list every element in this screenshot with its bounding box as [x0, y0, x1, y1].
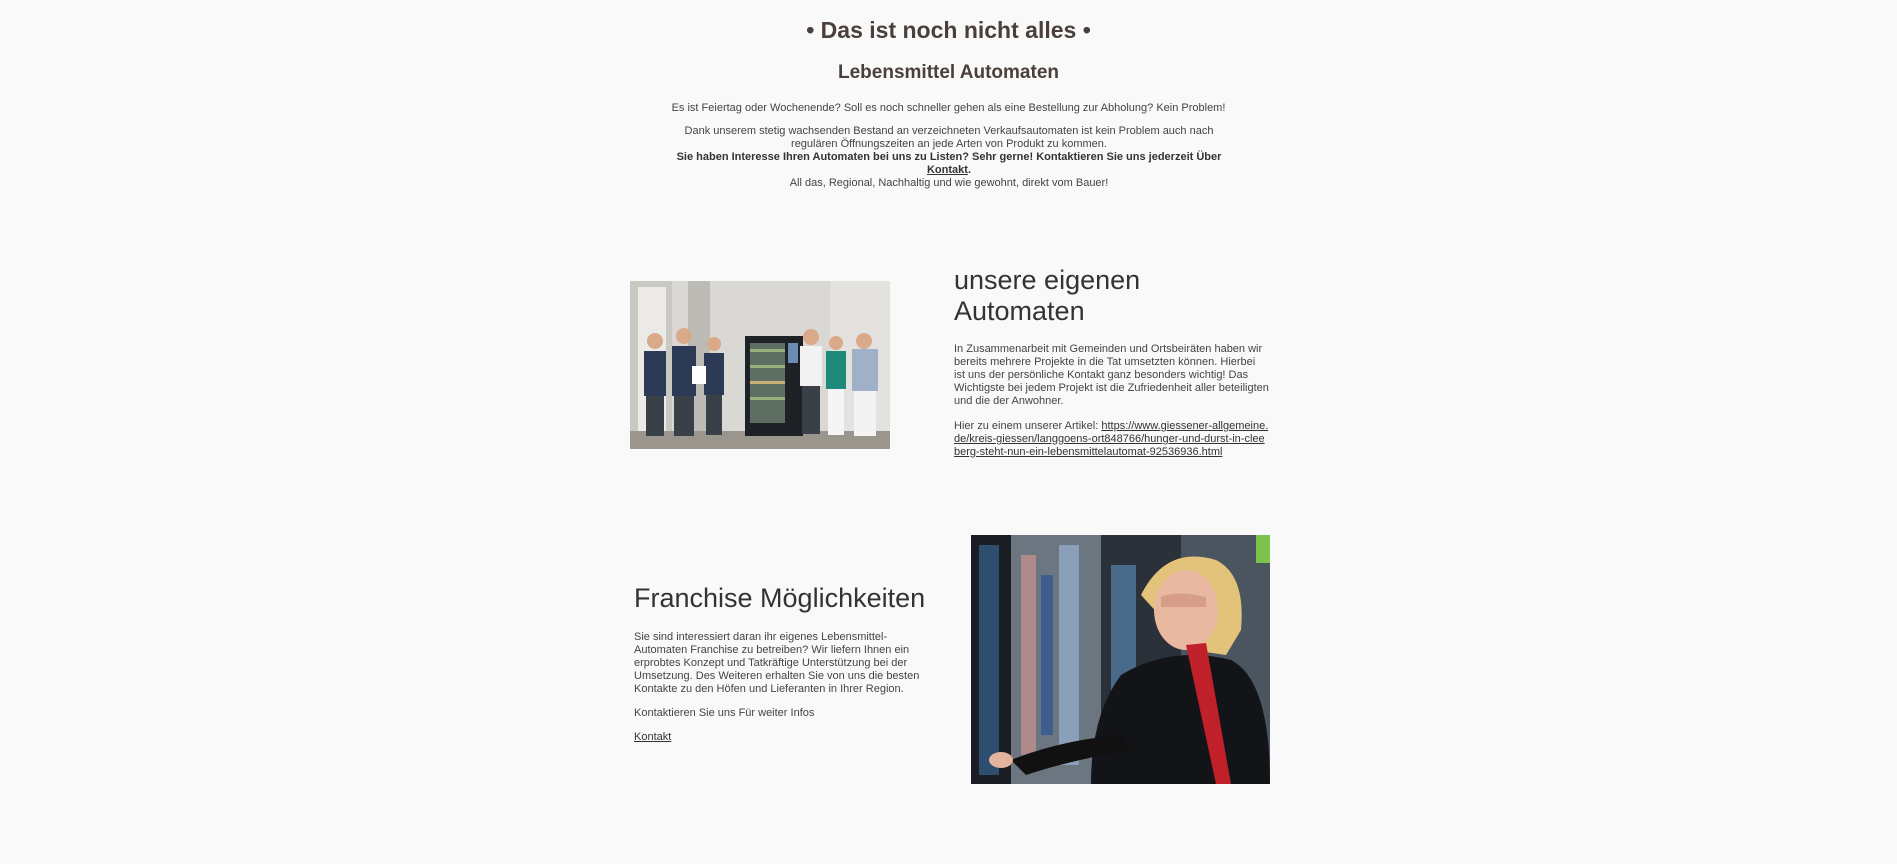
next-section-fragment — [920, 858, 980, 864]
article-paragraph: Hier zu einem unserer Artikel: https://w… — [954, 420, 1269, 459]
vending-photo-illustration — [971, 535, 1270, 784]
franchise-contact-text: Kontaktieren Sie uns Für weiter Infos — [634, 707, 815, 719]
section-title: • Das ist noch nicht alles • — [806, 17, 1091, 43]
intro-bold-end: . — [967, 164, 971, 176]
contact-link[interactable]: Kontakt — [927, 164, 968, 176]
franchise-contact-paragraph: Kontakt — [634, 731, 671, 744]
page: • Das ist noch nicht alles • Lebensmitte… — [0, 0, 1897, 864]
team-photo-illustration — [630, 281, 890, 449]
intro-bold-text: Sie haben Interesse Ihren Automaten bei … — [676, 151, 1222, 163]
vending-machine-woman-photo — [971, 535, 1270, 784]
franchise-text: Sie sind interessiert daran ihr eigenes … — [634, 631, 920, 695]
franchise-contact-link[interactable]: Kontakt — [634, 731, 671, 743]
intro-closing: All das, Regional, Nachhaltig und wie ge… — [789, 177, 1109, 189]
article-prefix: Hier zu einem unserer Artikel: — [954, 420, 1099, 432]
team-photo — [630, 281, 890, 449]
intro-paragraph-2: Dank unserem stetig wachsenden Bestand a… — [684, 125, 1214, 150]
own-machines-text: In Zusammenarbeit mit Gemeinden und Orts… — [954, 343, 1269, 407]
own-machines-heading: unsere eigenen Automaten — [954, 265, 1141, 326]
intro-paragraph: Es ist Feiertag oder Wochenende? Soll es… — [671, 102, 1226, 114]
intro-bold-line: Sie haben Interesse Ihren Automaten bei … — [664, 151, 1234, 177]
section-subtitle: Lebensmittel Automaten — [838, 62, 1059, 83]
intro-text-block: Dank unserem stetig wachsenden Bestand a… — [664, 125, 1234, 190]
franchise-heading: Franchise Möglichkeiten — [634, 583, 926, 613]
